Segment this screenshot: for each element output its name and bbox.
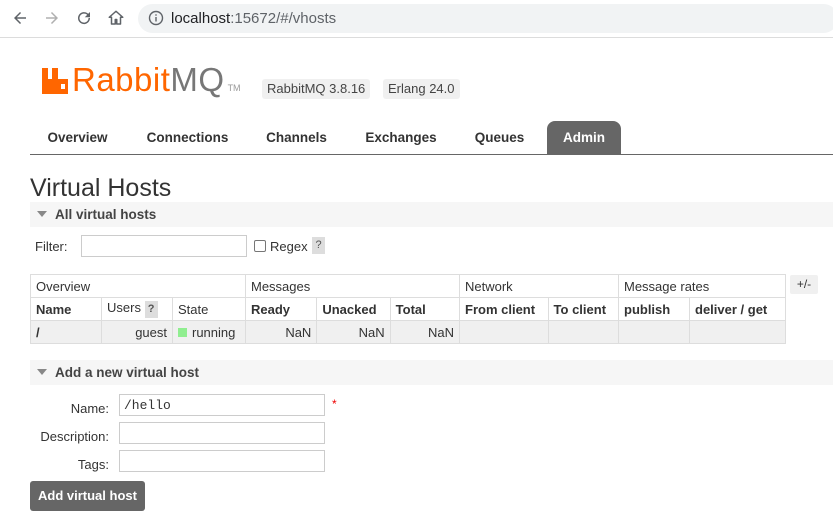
home-icon[interactable] [104, 7, 128, 29]
description-label: Description: [40, 429, 109, 444]
group-header-messages: Messages [245, 274, 460, 298]
vhost-description-field[interactable] [119, 422, 325, 444]
group-header-network: Network [459, 274, 619, 298]
col-header-ready[interactable]: Ready [244, 297, 318, 321]
name-label: Name: [70, 401, 109, 416]
collapse-triangle-icon [37, 211, 47, 217]
tags-label: Tags: [77, 457, 109, 472]
logo-trademark: TM [227, 83, 241, 93]
logo-wordmark: RabbitMQ [72, 61, 225, 98]
all-vhosts-section-label: All virtual hosts [55, 207, 157, 222]
col-header-deliver-get[interactable]: deliver / get [689, 297, 786, 321]
tab-queues[interactable]: Queues [462, 121, 537, 154]
url-host: localhost [171, 10, 231, 27]
add-vhost-section-label: Add a new virtual host [55, 365, 200, 380]
add-virtual-host-button[interactable]: Add virtual host [30, 481, 145, 511]
reload-icon[interactable] [72, 7, 96, 29]
filter-label: Filter: [35, 239, 68, 254]
vhost-users: guest [101, 320, 173, 344]
col-header-total[interactable]: Total [389, 297, 461, 321]
col-header-users[interactable]: Users ? [101, 297, 173, 321]
add-vhost-section-toggle[interactable]: Add a new virtual host [30, 360, 833, 385]
erlang-version-badge: Erlang 24.0 [383, 79, 460, 99]
page-title: Virtual Hosts [30, 174, 172, 202]
running-status-icon [178, 327, 187, 337]
browser-toolbar: localhost:15672/#/vhosts [0, 0, 833, 38]
address-bar[interactable]: localhost:15672/#/vhosts [138, 4, 833, 33]
tab-channels[interactable]: Channels [254, 121, 339, 154]
col-header-from-client[interactable]: From client [459, 297, 549, 321]
col-header-publish[interactable]: publish [618, 297, 690, 321]
back-icon[interactable] [8, 7, 32, 29]
regex-help-icon[interactable]: ? [312, 237, 325, 254]
filter-input[interactable] [81, 235, 247, 257]
rabbitmq-version-badge: RabbitMQ 3.8.16 [262, 79, 371, 99]
vhost-name-field[interactable] [119, 394, 325, 416]
tab-exchanges[interactable]: Exchanges [356, 121, 446, 154]
tab-connections[interactable]: Connections [135, 121, 240, 154]
rabbitmq-logo: RabbitMQ TM [40, 62, 241, 96]
vhost-name-link[interactable]: / [30, 320, 102, 344]
main-nav-tabs: Overview Connections Channels Exchanges … [30, 121, 833, 155]
vhost-deliver-get [689, 320, 786, 344]
vhost-ready: NaN [244, 320, 318, 344]
vhost-publish [618, 320, 690, 344]
table-row[interactable]: / guest running NaN NaN NaN [30, 320, 786, 344]
vhost-state: running [172, 320, 246, 344]
url-text[interactable]: localhost:15672/#/vhosts [171, 10, 336, 27]
users-help-icon[interactable]: ? [144, 301, 158, 318]
tab-overview[interactable]: Overview [30, 121, 125, 154]
tab-admin[interactable]: Admin [547, 121, 621, 154]
vhost-unacked: NaN [316, 320, 391, 344]
collapse-triangle-icon [37, 369, 47, 375]
all-vhosts-section-toggle[interactable]: All virtual hosts [30, 202, 833, 227]
url-path: :15672/#/vhosts [230, 10, 337, 27]
column-toggle-button[interactable]: +/- [790, 275, 818, 294]
col-header-state[interactable]: State [172, 297, 246, 321]
vhost-total: NaN [389, 320, 461, 344]
regex-checkbox[interactable] [254, 240, 266, 252]
rabbitmq-logo-icon [42, 68, 68, 94]
vhosts-table: Overview Messages Network Message rates … [30, 274, 786, 344]
vhost-tags-field[interactable] [119, 450, 325, 472]
regex-label: Regex [270, 239, 308, 254]
forward-icon[interactable] [40, 7, 64, 29]
info-icon[interactable] [148, 10, 164, 26]
required-marker: * [332, 397, 337, 411]
vhost-to-client [547, 320, 620, 344]
group-header-message-rates: Message rates [618, 274, 786, 298]
vhost-from-client [459, 320, 549, 344]
group-header-overview: Overview [30, 274, 246, 298]
col-header-name[interactable]: Name [30, 297, 102, 321]
col-header-unacked[interactable]: Unacked [316, 297, 391, 321]
col-header-to-client[interactable]: To client [547, 297, 620, 321]
